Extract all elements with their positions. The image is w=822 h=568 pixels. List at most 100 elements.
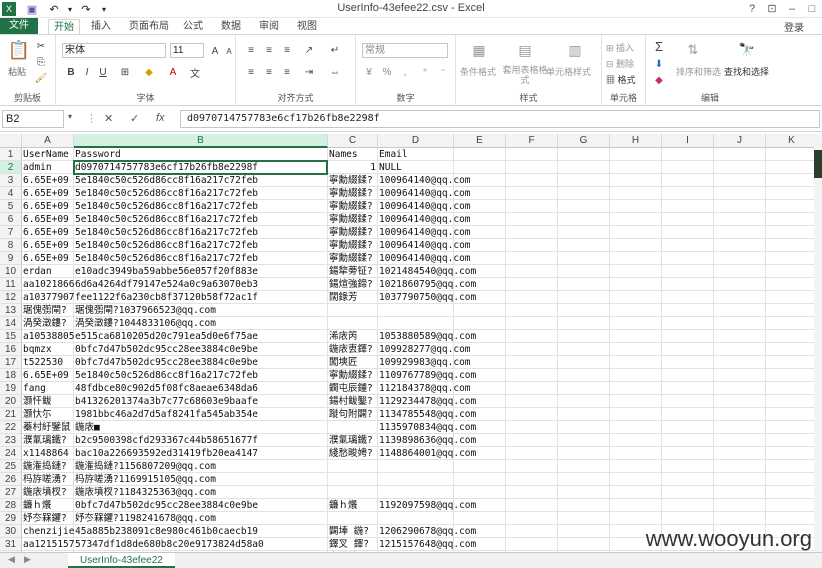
clear-icon[interactable]: ◆ [652,73,666,87]
column-header-a[interactable]: A [22,134,74,148]
underline-icon[interactable]: U [96,65,110,79]
table-cell[interactable]: 灏忓鲅 [22,395,74,408]
table-cell[interactable]: 48fdbce80c902d5f08fc8aeae6348da6 [74,382,328,395]
find-select-button[interactable]: 查找和选择 [724,65,769,78]
table-cell[interactable]: Names [328,148,378,161]
insert-cells-button[interactable]: ⊞ 插入 [606,41,634,54]
bold-icon[interactable]: B [64,65,78,79]
row-header[interactable]: 26 [0,473,22,486]
table-cell[interactable]: 100964140@qq.com [378,213,528,226]
table-cell[interactable]: 5e1840c50c526d86cc8f16a217c72feb [74,369,328,382]
tab-file[interactable]: 文件 [0,18,38,34]
table-cell[interactable]: 鍦潅捣鏈? [22,460,74,473]
currency-icon[interactable]: ¥ [362,65,376,79]
table-cell[interactable]: 濮氭璃鐵? [328,434,378,447]
next-sheet-icon[interactable]: ▶ [24,554,31,565]
table-cell[interactable]: 5e1840c50c526d86cc8f16a217c72feb [74,200,328,213]
column-header-g[interactable]: G [558,134,610,148]
table-cell[interactable]: 1148864001@qq.com [378,447,528,460]
sort-filter-icon[interactable]: ⇅ [684,41,702,59]
sort-filter-button[interactable]: 排序和筛选 [676,65,721,78]
table-cell[interactable]: Email [378,148,528,161]
formula-input[interactable]: d0970714757783e6cf17b26fb8e2298f [180,110,820,128]
table-cell[interactable]: 0bfc7d47b502dc95cc28ee3884c0e9be [74,343,328,356]
table-cell[interactable]: 鐸叉 鐸? [328,538,378,551]
table-cell[interactable]: 1 [328,161,378,174]
login-link[interactable]: 登录 [784,19,804,34]
row-header[interactable]: 15 [0,330,22,343]
table-cell[interactable]: 渦癸澂鏤?1044833106@qq.com [74,317,454,330]
tab-insert[interactable]: 插入 [86,19,116,34]
table-cell[interactable]: 1206290678@qq.com [378,525,528,538]
table-cell[interactable]: b41326201374a3b7c77c68603e9baafe [74,395,328,408]
table-cell[interactable]: 鐗屯辰鍾? [328,382,378,395]
cell-style-button[interactable]: 单元格样式 [546,65,591,78]
table-cell[interactable]: 杩斿嗟湧? [22,473,74,486]
table-cell[interactable]: 1021484540@qq.com [378,265,528,278]
table-cell[interactable]: 6.65E+09 [22,252,74,265]
number-format-select[interactable]: 常规 [362,43,448,58]
font-size-select[interactable]: 11 [170,43,204,58]
table-cell[interactable]: 寧勳綴鍒? [328,369,378,382]
percent-icon[interactable]: % [380,65,394,79]
row-header[interactable]: 9 [0,252,22,265]
table-cell[interactable]: 109928277@qq.com [378,343,528,356]
italic-icon[interactable]: I [80,65,94,79]
find-select-icon[interactable]: 🔭 [738,41,756,59]
table-cell[interactable]: 1053880589@qq.com [378,330,528,343]
table-cell[interactable]: 1215157648@qq.com [378,538,528,551]
enter-icon[interactable]: ✓ [130,112,139,125]
table-cell[interactable]: a10377907 [22,291,74,304]
table-cell[interactable]: 100964140@qq.com [378,200,528,213]
table-cell[interactable]: 6.65E+09 [22,187,74,200]
row-header[interactable]: 1 [0,148,22,161]
table-cell[interactable]: 闖塽匠 [328,356,378,369]
conditional-format-button[interactable]: 条件格式 [460,65,496,78]
row-header[interactable]: 23 [0,434,22,447]
row-header[interactable]: 21 [0,408,22,421]
column-header-j[interactable]: J [714,134,766,148]
column-header-f[interactable]: F [506,134,558,148]
align-bottom-icon[interactable]: ≡ [280,43,294,57]
column-header-i[interactable]: I [662,134,714,148]
row-header[interactable]: 19 [0,382,22,395]
table-cell[interactable]: fee1122f6a230cb8f37120b58f72ac1f [74,291,328,304]
table-cell[interactable]: 0bfc7d47b502dc95cc28ee3884c0e9be [74,356,328,369]
table-cell[interactable]: 綫愁畯娉? [328,447,378,460]
select-all-corner[interactable] [0,134,22,148]
delete-cells-button[interactable]: ⊟ 删除 [606,57,634,70]
table-cell[interactable]: 1139898636@qq.com [378,434,528,447]
table-cell[interactable]: 鍦庡墳杈?1184325363@qq.com [74,486,454,499]
table-cell[interactable]: 鍦庡墳杈? [22,486,74,499]
row-header[interactable]: 7 [0,226,22,239]
table-cell[interactable]: 寧勳綴鍒? [328,226,378,239]
table-cell[interactable]: 5e1840c50c526d86cc8f16a217c72feb [74,174,328,187]
border-icon[interactable]: ⊞ [118,65,132,79]
table-cell[interactable]: bqmzx [22,343,74,356]
font-color-icon[interactable]: A [166,65,180,79]
tab-view[interactable]: 视图 [294,19,320,34]
name-box[interactable]: B2 [2,110,64,128]
fill-icon[interactable]: ⬇ [652,57,666,71]
table-cell[interactable]: b2c9500398cfd293367c44b58651677f [74,434,328,447]
table-cell[interactable]: 100964140@qq.com [378,239,528,252]
column-header-e[interactable]: E [454,134,506,148]
sheet-tab[interactable]: UserInfo-43efee22 [68,553,175,568]
table-cell[interactable]: 100964140@qq.com [378,187,528,200]
table-cell[interactable]: 鍚煊強鍗? [328,278,378,291]
indent-icon[interactable]: ⇥ [302,65,316,79]
table-cell[interactable]: 寧勳綴鍒? [328,239,378,252]
table-cell[interactable]: aa1021866 [22,278,74,291]
increase-decimal-icon[interactable]: ⁺ [418,65,432,79]
tab-formulas[interactable]: 公式 [180,19,206,34]
row-header[interactable]: 30 [0,525,22,538]
table-cell[interactable]: 1129234478@qq.com [378,395,528,408]
row-header[interactable]: 14 [0,317,22,330]
table-cell[interactable]: 112184378@qq.com [378,382,528,395]
scrollbar-thumb[interactable] [814,150,822,178]
row-header[interactable]: 31 [0,538,22,551]
phonetic-icon[interactable]: 文 [188,65,202,80]
table-cell[interactable]: 1981bbc46a2d7d5af8241fa545ab354e [74,408,328,421]
table-cell[interactable]: bac10a226693592ed31419fb20ea4147 [74,447,328,460]
table-cell[interactable]: 鐮ｈ爘 [22,499,74,512]
